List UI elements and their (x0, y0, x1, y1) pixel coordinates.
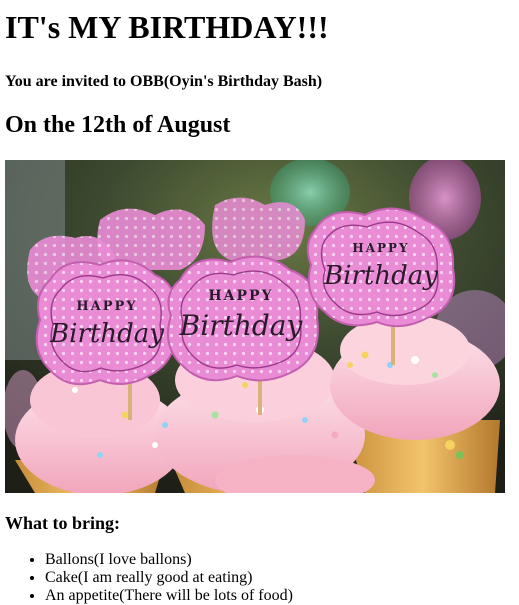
topper-3-birthday: Birthday (323, 261, 438, 291)
topper-2-happy: HAPPY (208, 288, 273, 304)
list-item: Ballons(I love ballons) (45, 551, 511, 569)
what-to-bring-heading: What to bring: (5, 513, 121, 533)
topper-1-happy: HAPPY (76, 299, 137, 314)
invitation-text: You are invited to OBB(Oyin's Birthday B… (5, 73, 323, 90)
list-item: Cake(I am really good at eating) (45, 569, 511, 587)
list-item: An appetite(There will be lots of food) (45, 587, 511, 605)
event-date-heading: On the 12th of August (5, 112, 231, 138)
bring-list: Ballons(I love ballons) Cake(I am really… (8, 551, 511, 605)
topper-3-happy: HAPPY (352, 241, 409, 255)
page-content: IT's MY BIRTHDAY!!! You are invited to O… (0, 9, 519, 605)
birthday-cupcakes-image: HAPPY Birthday HAPPY Birthday HAPPY Birt… (5, 160, 505, 493)
topper-2-birthday: Birthday (179, 309, 304, 342)
page-title: IT's MY BIRTHDAY!!! (5, 9, 329, 45)
topper-1-birthday: Birthday (49, 319, 164, 349)
